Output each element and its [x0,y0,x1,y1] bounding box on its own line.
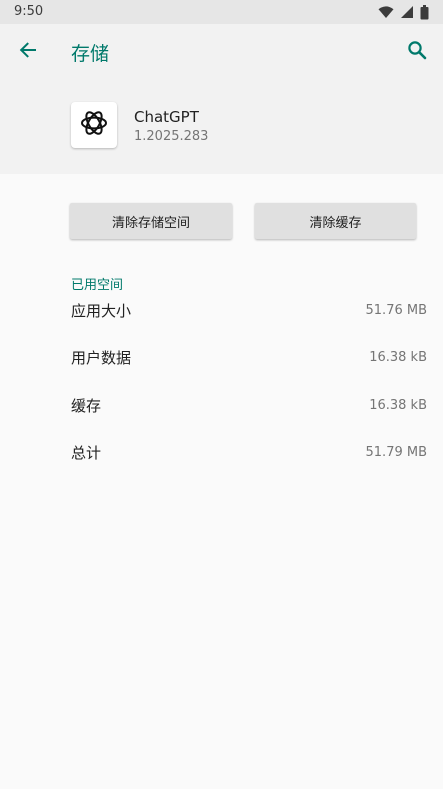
search-icon [407,40,427,64]
page-title: 存储 [71,43,110,65]
status-bar: 9:50 [0,0,443,24]
row-label: 应用大小 [71,301,132,320]
back-arrow-icon [18,40,38,64]
row-value: 16.38 kB [369,349,427,365]
row-label: 缓存 [71,396,102,415]
battery-icon [420,4,429,20]
clear-cache-button[interactable]: 清除缓存 [255,203,416,239]
row-label: 用户数据 [71,348,132,367]
app-icon [71,102,117,148]
storage-row-app-size: 应用大小 51.76 MB [71,296,427,324]
back-button[interactable] [14,38,42,66]
search-button[interactable] [403,38,431,66]
wifi-icon [378,5,394,19]
row-value: 51.76 MB [365,302,427,318]
chatgpt-logo-icon [79,108,109,142]
signal-icon [400,5,414,19]
storage-row-total: 总计 51.79 MB [71,438,427,466]
app-name: ChatGPT [134,108,199,126]
row-value: 51.79 MB [365,444,427,460]
row-label: 总计 [71,443,102,462]
clear-storage-button[interactable]: 清除存储空间 [70,203,232,239]
row-value: 16.38 kB [369,397,427,413]
app-info-header: 存储 ChatGPT 1.2025.283 [0,24,443,174]
status-icons [378,4,429,20]
status-time: 9:50 [14,4,44,19]
storage-row-user-data: 用户数据 16.38 kB [71,343,427,371]
storage-row-cache: 缓存 16.38 kB [71,391,427,419]
app-version: 1.2025.283 [134,129,209,144]
used-space-title: 已用空间 [71,278,124,293]
